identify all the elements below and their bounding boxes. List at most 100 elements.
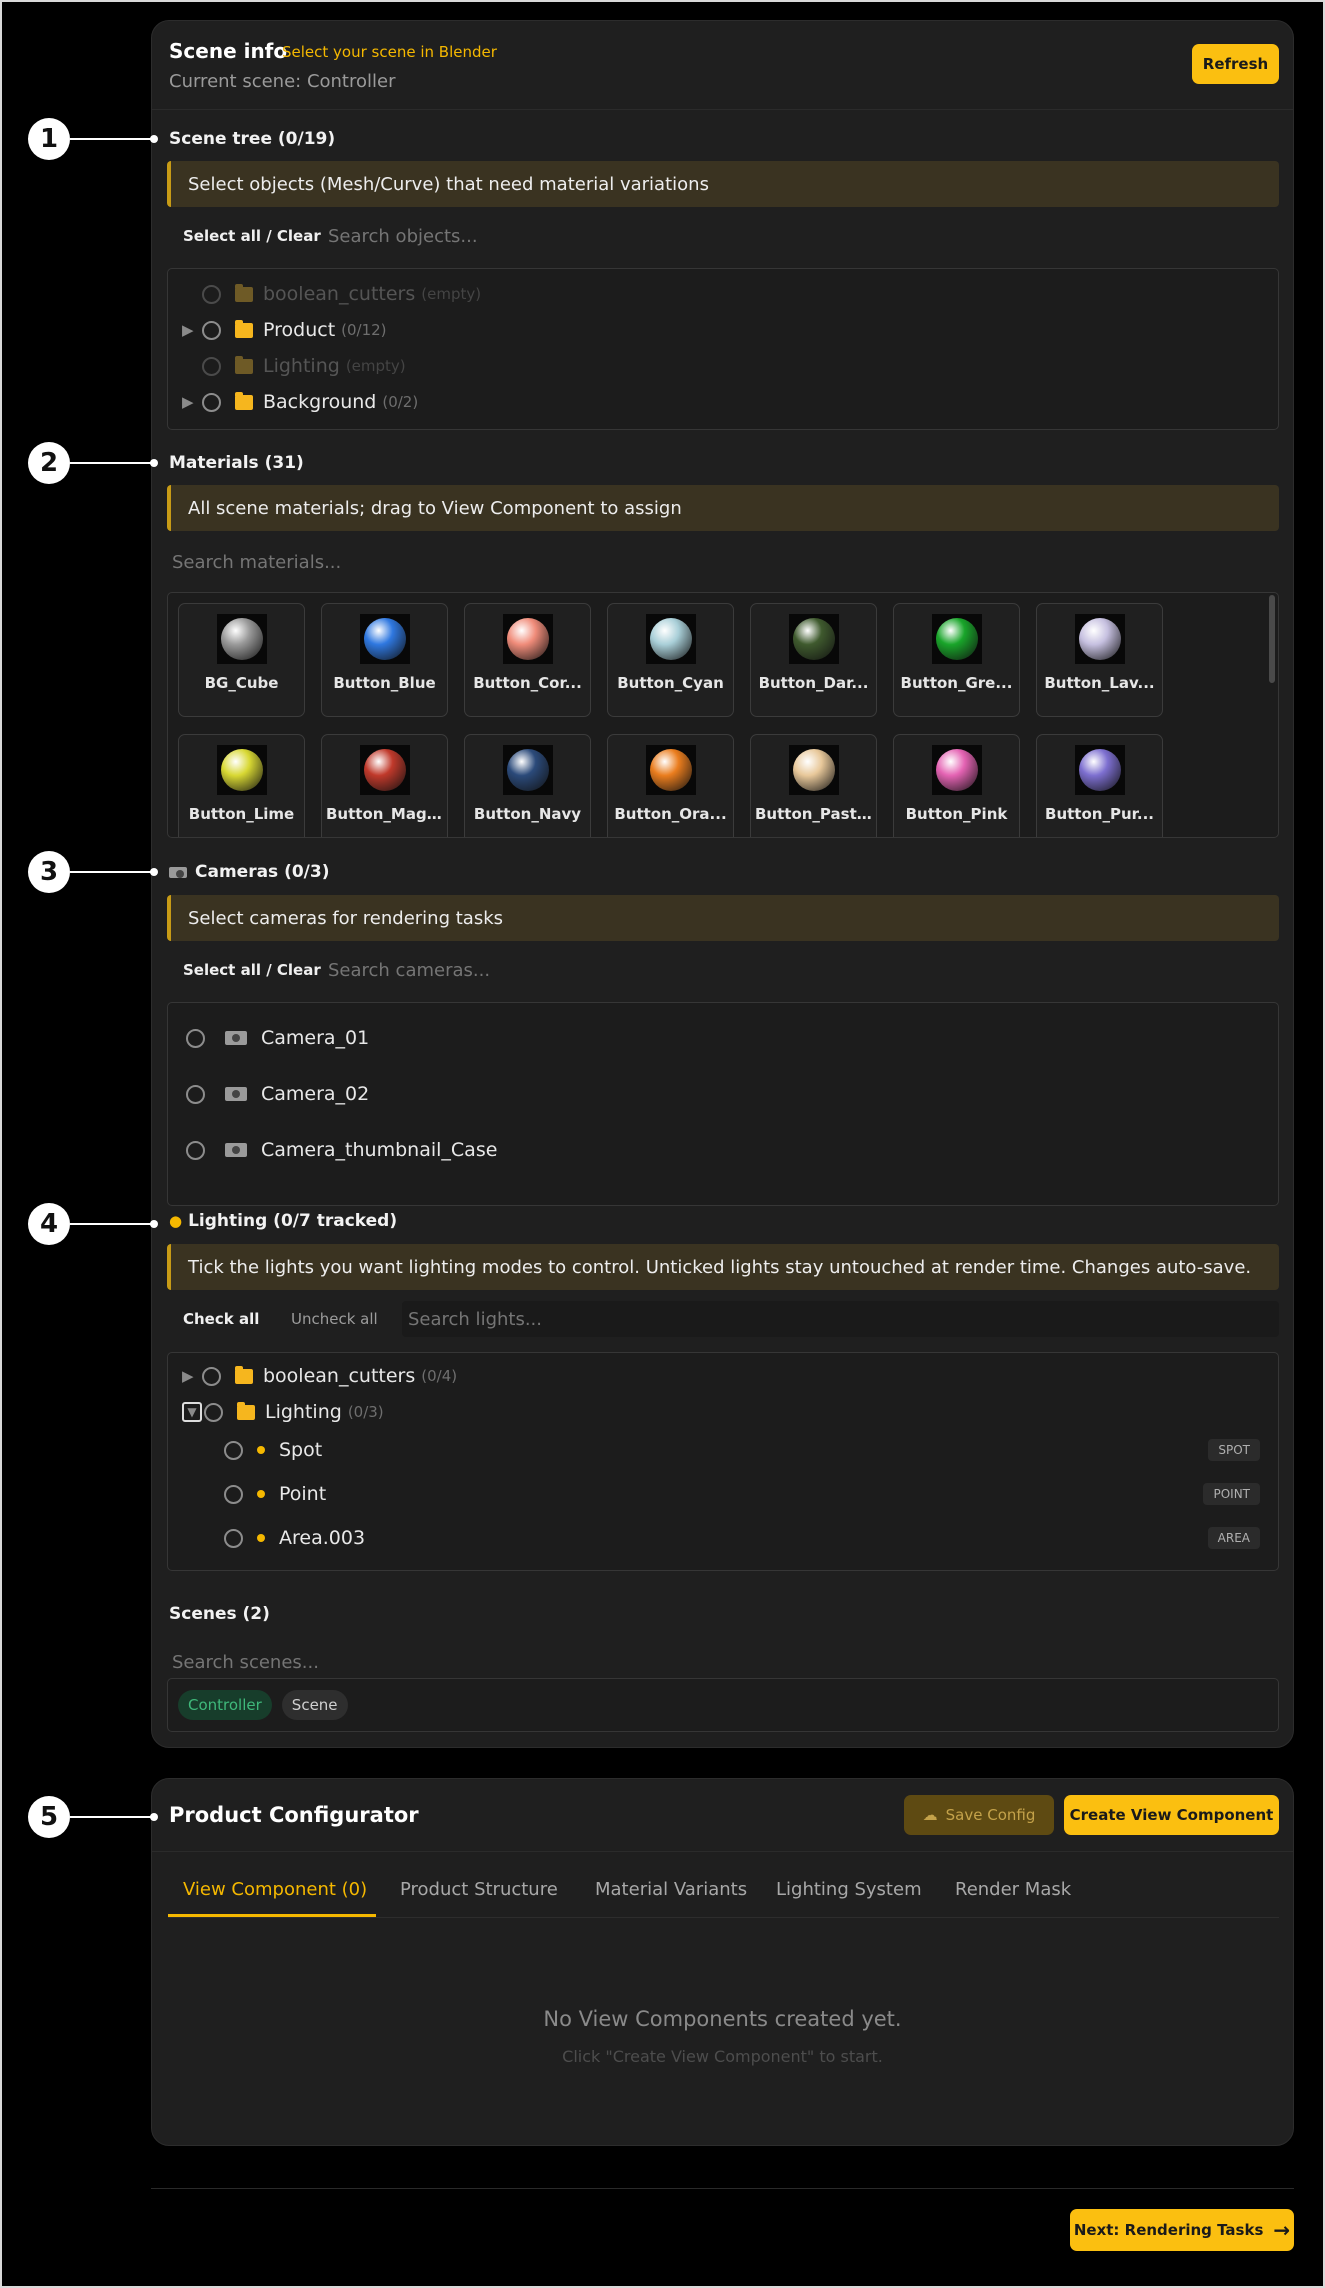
light-item[interactable]: Point <box>224 1483 326 1505</box>
chevron-down-icon[interactable]: ▼ <box>182 1402 202 1422</box>
material-card[interactable]: Button_Cor... <box>464 603 591 717</box>
scene-tree-select-all-button[interactable]: Select all / Clear <box>183 227 321 245</box>
light-item[interactable]: Spot <box>224 1439 1274 1461</box>
material-sphere <box>221 618 263 660</box>
material-card[interactable]: Button_Pur... <box>1036 734 1163 837</box>
checkbox[interactable] <box>186 1084 205 1104</box>
material-label: Button_Cor... <box>473 674 582 692</box>
lighting-title: ● Lighting (0/7 tracked) <box>169 1211 398 1231</box>
tree-item-background[interactable]: ▶ Background (0/2) <box>182 391 418 413</box>
material-card[interactable]: Button_Dar... <box>750 603 877 717</box>
footer-divider <box>151 2188 1294 2189</box>
checkbox[interactable] <box>202 320 221 340</box>
checkbox[interactable] <box>224 1528 243 1548</box>
cameras-notice: Select cameras for rendering tasks <box>167 895 1279 941</box>
header-divider <box>152 109 1293 110</box>
material-card[interactable]: Button_Blue <box>321 603 448 717</box>
scene-info-title: Scene info <box>169 39 288 63</box>
light-dot-icon <box>257 1490 265 1498</box>
camera-icon <box>225 1031 247 1045</box>
checkbox[interactable] <box>202 1366 221 1386</box>
material-label: Button_Lav... <box>1044 674 1155 692</box>
material-label: Button_Cyan <box>617 674 724 692</box>
materials-title: Materials (31) <box>169 453 304 473</box>
tab-product-structure[interactable]: Product Structure <box>400 1879 558 1900</box>
screenshot-frame: Scene info Select your scene in Blender … <box>0 0 1325 2288</box>
material-card[interactable]: Button_Past... <box>750 734 877 837</box>
material-preview <box>789 745 839 795</box>
next-rendering-tasks-button[interactable]: Next: Rendering Tasks → <box>1070 2209 1294 2251</box>
chevron-right-icon[interactable]: ▶ <box>182 321 202 339</box>
save-config-button[interactable]: ☁ Save Config <box>904 1795 1054 1835</box>
scene-search-input[interactable] <box>172 1647 572 1677</box>
light-item[interactable]: Area.003 <box>224 1527 365 1549</box>
light-search-input[interactable] <box>402 1301 1279 1337</box>
tab-material-variants[interactable]: Material Variants <box>595 1879 747 1900</box>
scene-info-hint: Select your scene in Blender <box>282 43 497 61</box>
material-sphere <box>793 749 835 791</box>
checkbox[interactable] <box>186 1140 205 1160</box>
checkbox[interactable] <box>204 1402 223 1422</box>
scene-pill-controller[interactable]: Controller <box>178 1690 272 1720</box>
checkbox[interactable] <box>224 1484 243 1504</box>
scene-pill-scene[interactable]: Scene <box>281 1690 348 1720</box>
empty-state-title: No View Components created yet. <box>543 2007 902 2031</box>
materials-scrollbar[interactable] <box>1269 595 1275 683</box>
checkbox[interactable] <box>202 392 221 412</box>
checkbox[interactable] <box>202 284 221 304</box>
callout-5: 5 <box>28 1796 158 1838</box>
chevron-right-icon[interactable]: ▶ <box>182 1367 202 1385</box>
uncheck-all-button[interactable]: Uncheck all <box>291 1310 378 1328</box>
material-sphere <box>936 749 978 791</box>
object-search-input[interactable] <box>328 221 728 251</box>
camera-search-input[interactable] <box>328 955 728 985</box>
refresh-button[interactable]: Refresh <box>1192 44 1279 84</box>
material-card[interactable]: Button_Cyan <box>607 603 734 717</box>
checkbox[interactable] <box>202 356 221 376</box>
light-group-boolean-cutters[interactable]: ▶ boolean_cutters (0/4) <box>182 1365 457 1387</box>
lightbulb-icon: ● <box>169 1212 183 1230</box>
material-preview <box>646 614 696 664</box>
cameras-title: Cameras (0/3) <box>169 862 330 882</box>
material-label: Button_Mag... <box>326 805 443 823</box>
tab-render-mask[interactable]: Render Mask <box>955 1879 1071 1900</box>
tree-item-boolean-cutters[interactable]: boolean_cutters (empty) <box>182 283 481 305</box>
camera-icon <box>169 866 187 878</box>
chevron-right-icon[interactable]: ▶ <box>182 393 202 411</box>
configurator-title: Product Configurator <box>169 1803 419 1827</box>
material-card[interactable]: Button_Mag... <box>321 734 448 837</box>
lighting-list: ▶ boolean_cutters (0/4) ▼ Lighting (0/3)… <box>167 1352 1279 1571</box>
material-sphere <box>936 618 978 660</box>
material-card[interactable]: BG_Cube <box>178 603 305 717</box>
tree-item-lighting[interactable]: Lighting (empty) <box>182 355 406 377</box>
checkbox[interactable] <box>186 1028 205 1048</box>
material-label: Button_Navy <box>473 805 582 823</box>
light-type-badge: POINT <box>1203 1483 1260 1505</box>
camera-item[interactable]: Camera_01 <box>186 1027 369 1049</box>
material-card[interactable]: Button_Ora... <box>607 734 734 837</box>
light-group-lighting[interactable]: ▼ Lighting (0/3) <box>182 1401 384 1423</box>
camera-item[interactable]: Camera_02 <box>186 1083 369 1105</box>
material-card[interactable]: Button_Navy <box>464 734 591 837</box>
tab-view-component[interactable]: View Component (0) <box>183 1879 367 1900</box>
scene-tree-title: Scene tree (0/19) <box>169 129 336 149</box>
camera-item[interactable]: Camera_thumbnail_Case <box>186 1139 497 1161</box>
material-card[interactable]: Button_Lav... <box>1036 603 1163 717</box>
material-search-input[interactable] <box>172 547 572 577</box>
tab-lighting-system[interactable]: Lighting System <box>776 1879 922 1900</box>
material-preview <box>503 745 553 795</box>
create-view-component-button[interactable]: Create View Component <box>1064 1795 1279 1835</box>
cameras-select-all-button[interactable]: Select all / Clear <box>183 961 321 979</box>
material-sphere <box>1079 749 1121 791</box>
material-card[interactable]: Button_Lime <box>178 734 305 837</box>
material-card[interactable]: Button_Gre... <box>893 603 1020 717</box>
material-card[interactable]: Button_Pink <box>893 734 1020 837</box>
material-sphere <box>221 749 263 791</box>
check-all-button[interactable]: Check all <box>183 1310 259 1328</box>
camera-icon <box>225 1087 247 1101</box>
scene-tree-list: boolean_cutters (empty) ▶ Product (0/12)… <box>167 268 1279 430</box>
checkbox[interactable] <box>224 1440 243 1460</box>
tree-item-product[interactable]: ▶ Product (0/12) <box>182 319 387 341</box>
empty-state-hint: Click "Create View Component" to start. <box>562 2047 883 2066</box>
material-sphere <box>364 618 406 660</box>
